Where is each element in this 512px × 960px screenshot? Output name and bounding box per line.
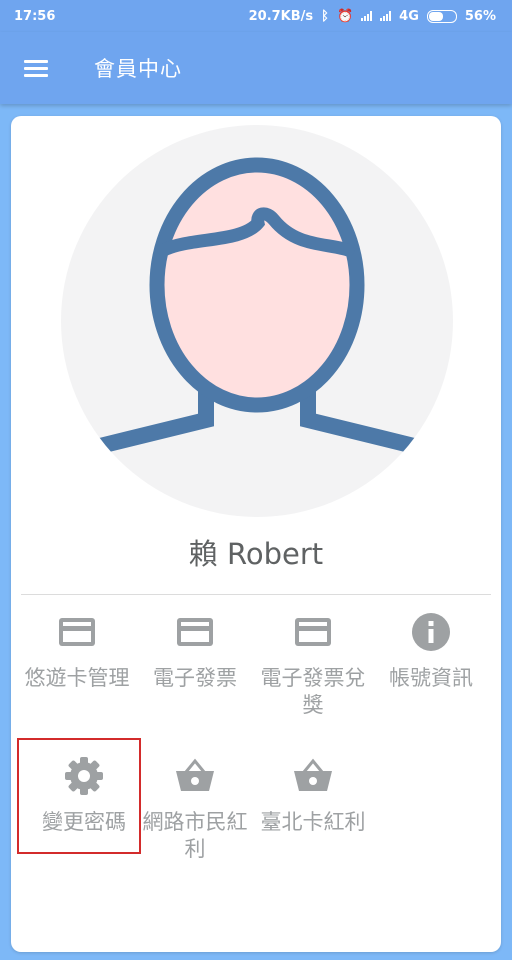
credit-card-icon bbox=[295, 618, 331, 646]
bluetooth-icon: ᛒ bbox=[321, 8, 329, 24]
menu-item-invoice-prize[interactable]: 電子發票兌獎 bbox=[254, 610, 372, 719]
page-title: 會員中心 bbox=[94, 57, 182, 81]
selection-highlight bbox=[17, 738, 141, 854]
menu-icon bbox=[24, 56, 48, 81]
signal-icon-2 bbox=[380, 11, 392, 21]
credit-card-icon bbox=[177, 618, 213, 646]
menu-button[interactable] bbox=[0, 32, 72, 104]
credit-card-icon bbox=[59, 618, 95, 646]
menu-item-label: 帳號資訊 bbox=[389, 666, 473, 690]
battery-percent: 56% bbox=[464, 8, 496, 24]
network-type: 4G bbox=[399, 8, 419, 24]
info-icon bbox=[412, 613, 450, 651]
menu-item-e-invoice[interactable]: 電子發票 bbox=[136, 610, 254, 692]
battery-icon bbox=[426, 9, 457, 23]
menu-item-account-info[interactable]: 帳號資訊 bbox=[372, 610, 490, 692]
menu-item-label: 悠遊卡管理 bbox=[24, 666, 130, 690]
divider bbox=[21, 594, 491, 595]
menu-item-label: 臺北卡紅利 bbox=[260, 810, 366, 834]
menu-item-citizen-bonus[interactable]: 網路市民紅利 bbox=[136, 754, 254, 863]
menu-item-label: 電子發票兌獎 bbox=[260, 666, 366, 717]
network-speed: 20.7KB/s bbox=[248, 8, 314, 24]
status-bar: 17:56 20.7KB/s ᛒ ⏰ 4G 56% bbox=[0, 0, 512, 32]
menu-item-taipei-card-bonus[interactable]: 臺北卡紅利 bbox=[254, 754, 372, 836]
status-time: 17:56 bbox=[14, 8, 56, 24]
app-bar: 會員中心 bbox=[0, 32, 512, 104]
basket-icon bbox=[294, 758, 332, 791]
user-name: 賴 Robert bbox=[188, 537, 324, 571]
alarm-icon: ⏰ bbox=[336, 8, 354, 24]
status-icons: 20.7KB/s ᛒ ⏰ 4G 56% bbox=[249, 9, 496, 24]
menu-item-label: 電子發票 bbox=[153, 666, 237, 690]
avatar bbox=[61, 125, 453, 517]
signal-icon bbox=[361, 11, 373, 21]
menu-item-easycard[interactable]: 悠遊卡管理 bbox=[18, 610, 136, 692]
menu-item-label: 網路市民紅利 bbox=[142, 810, 248, 861]
basket-icon bbox=[176, 758, 214, 791]
